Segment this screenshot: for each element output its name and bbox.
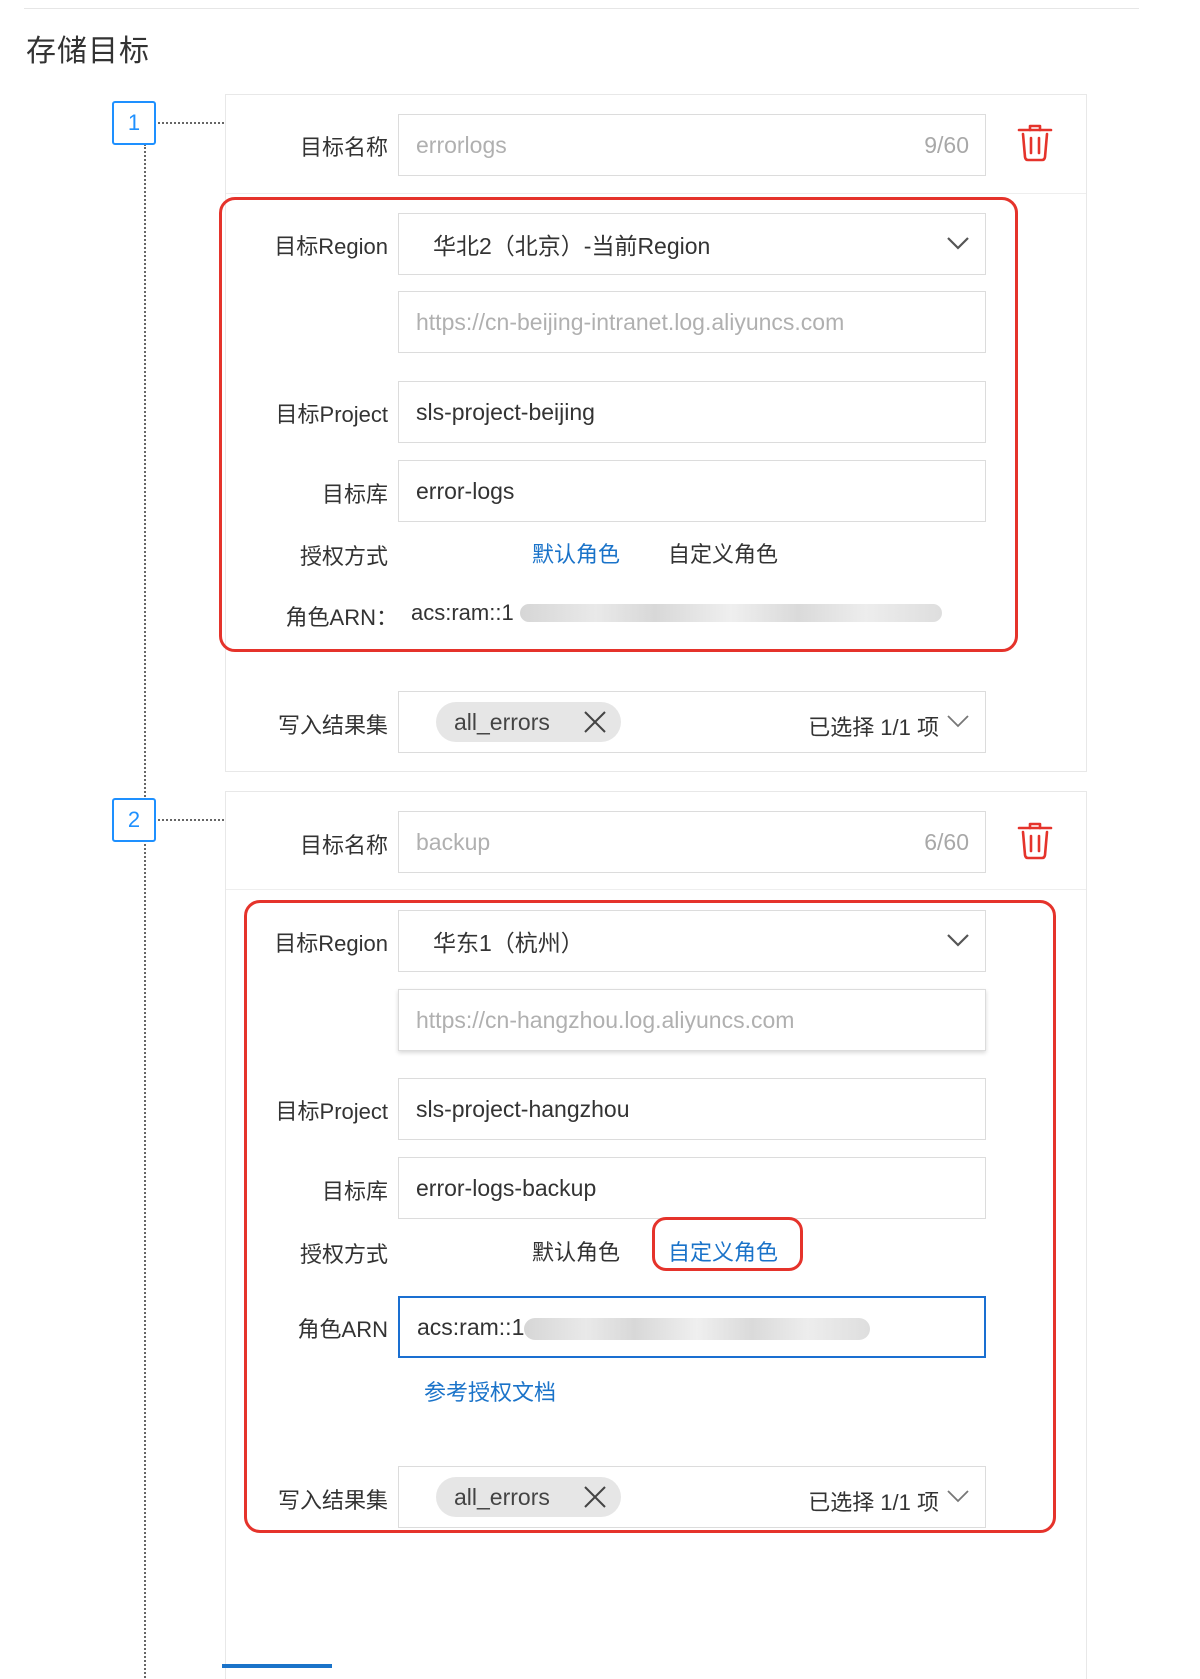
target-store-label: 目标库 bbox=[321, 482, 388, 507]
auth-option-custom-role[interactable]: 自定义角色 bbox=[668, 1235, 778, 1267]
divider bbox=[226, 889, 1086, 890]
target-name-input[interactable]: errorlogs 9/60 bbox=[398, 114, 986, 176]
target-region-select[interactable]: 华北2（北京）-当前Region bbox=[398, 213, 986, 275]
role-arn-input[interactable]: acs:ram::1 bbox=[398, 1296, 986, 1358]
step-marker-2: 2 bbox=[112, 798, 156, 842]
result-tag-label: all_errors bbox=[454, 708, 550, 735]
auth-option-default-role[interactable]: 默认角色 bbox=[532, 537, 620, 569]
timeline-connector bbox=[144, 144, 146, 824]
target-project-input[interactable]: sls-project-hangzhou bbox=[398, 1078, 986, 1140]
target-name-label: 目标名称 bbox=[299, 135, 388, 160]
role-arn-label: 角色ARN： bbox=[285, 605, 398, 630]
chevron-down-icon bbox=[947, 1490, 969, 1503]
close-icon[interactable] bbox=[583, 710, 607, 734]
result-set-select[interactable]: all_errors 已选择 1/1 项 bbox=[398, 691, 986, 753]
endpoint-value: https://cn-beijing-intranet.log.aliyuncs… bbox=[416, 308, 845, 335]
chevron-down-icon bbox=[947, 237, 969, 250]
endpoint-value: https://cn-hangzhou.log.aliyuncs.com bbox=[416, 1006, 795, 1033]
target-project-label: 目标Project bbox=[275, 1099, 388, 1124]
auth-option-custom-role[interactable]: 自定义角色 bbox=[668, 537, 778, 569]
char-counter: 6/60 bbox=[924, 829, 969, 855]
timeline-connector bbox=[144, 844, 146, 1678]
region-selected-value: 华东1（杭州） bbox=[433, 930, 584, 956]
role-arn-label: 角色ARN bbox=[297, 1317, 388, 1342]
result-set-select[interactable]: all_errors 已选择 1/1 项 bbox=[398, 1466, 986, 1528]
chevron-down-icon bbox=[947, 715, 969, 728]
selection-summary: 已选择 1/1 项 bbox=[808, 715, 939, 740]
target-region-label: 目标Region bbox=[274, 931, 388, 956]
section-title: 存储目标 bbox=[26, 35, 150, 68]
auth-option-default-role[interactable]: 默认角色 bbox=[532, 1235, 620, 1267]
selection-summary: 已选择 1/1 项 bbox=[808, 1490, 939, 1515]
result-tag: all_errors bbox=[436, 702, 621, 742]
result-tag-label: all_errors bbox=[454, 1483, 550, 1510]
target-name-value: backup bbox=[416, 828, 491, 855]
result-set-label: 写入结果集 bbox=[277, 713, 388, 738]
divider bbox=[226, 193, 1086, 194]
target-project-input[interactable]: sls-project-beijing bbox=[398, 381, 986, 443]
target-project-label: 目标Project bbox=[275, 402, 388, 427]
char-counter: 9/60 bbox=[924, 132, 969, 158]
target-region-select[interactable]: 华东1（杭州） bbox=[398, 910, 986, 972]
role-arn-value: acs:ram::1 bbox=[411, 600, 514, 625]
result-tag: all_errors bbox=[436, 1477, 621, 1517]
trash-icon[interactable] bbox=[1016, 820, 1054, 860]
result-set-label: 写入结果集 bbox=[277, 1488, 388, 1513]
target-store-label: 目标库 bbox=[321, 1179, 388, 1204]
endpoint-field[interactable]: https://cn-beijing-intranet.log.aliyuncs… bbox=[398, 291, 986, 353]
close-icon[interactable] bbox=[583, 1485, 607, 1509]
store-value: error-logs bbox=[416, 477, 515, 504]
target-name-value: errorlogs bbox=[416, 131, 507, 158]
target-name-label: 目标名称 bbox=[299, 833, 388, 858]
redacted-arn bbox=[520, 604, 942, 622]
redacted-arn bbox=[524, 1318, 870, 1340]
role-arn-value: acs:ram::1 bbox=[417, 1313, 525, 1340]
target-store-input[interactable]: error-logs bbox=[398, 460, 986, 522]
project-value: sls-project-beijing bbox=[416, 398, 595, 425]
divider bbox=[24, 8, 1139, 9]
target-store-input[interactable]: error-logs-backup bbox=[398, 1157, 986, 1219]
step-connector bbox=[158, 122, 224, 124]
auth-method-label: 授权方式 bbox=[299, 1242, 388, 1267]
store-value: error-logs-backup bbox=[416, 1174, 597, 1201]
step-marker-1: 1 bbox=[112, 101, 156, 145]
auth-doc-link[interactable]: 参考授权文档 bbox=[424, 1375, 556, 1407]
step-connector bbox=[158, 819, 224, 821]
trash-icon[interactable] bbox=[1016, 122, 1054, 162]
target-region-label: 目标Region bbox=[274, 234, 388, 259]
chevron-down-icon bbox=[947, 934, 969, 947]
auth-method-label: 授权方式 bbox=[299, 544, 388, 569]
region-selected-value: 华北2（北京）-当前Region bbox=[433, 233, 711, 259]
project-value: sls-project-hangzhou bbox=[416, 1095, 630, 1122]
endpoint-field[interactable]: https://cn-hangzhou.log.aliyuncs.com bbox=[398, 989, 986, 1051]
submit-button[interactable] bbox=[222, 1664, 332, 1668]
target-name-input[interactable]: backup 6/60 bbox=[398, 811, 986, 873]
